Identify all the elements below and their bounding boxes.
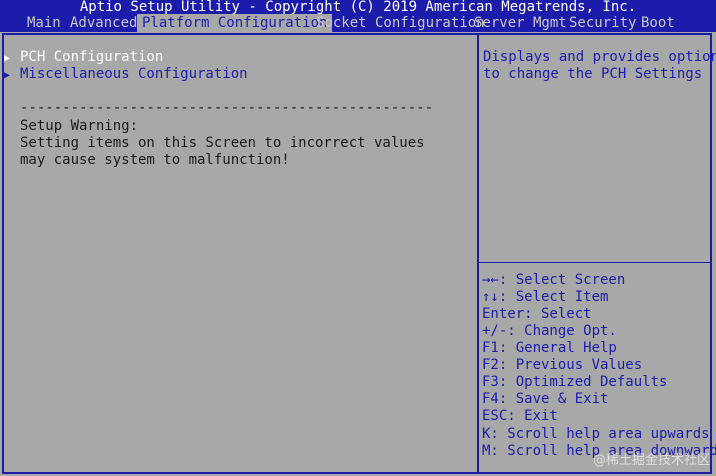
key-hint: ↑↓: Select Item: [482, 289, 609, 305]
warning-title: Setup Warning:: [20, 118, 139, 134]
tab-platform-configuration[interactable]: Platform Configuration: [137, 14, 333, 32]
title-bar: Aptio Setup Utility - Copyright (C) 2019…: [0, 0, 716, 14]
menu-bar: Main Advanced Platform Configuration Soc…: [0, 14, 716, 32]
help-divider: [479, 262, 712, 263]
key-hint: F1: General Help: [482, 340, 617, 356]
key-hint: →←: Select Screen: [482, 272, 626, 288]
key-hint: ESC: Exit: [482, 408, 558, 424]
menu-item-miscellaneous-configuration[interactable]: Miscellaneous Configuration: [20, 66, 248, 83]
submenu-arrow-icon: ▶: [4, 70, 11, 81]
panel-divider: [477, 35, 479, 472]
tab-server-mgmt[interactable]: Server Mgmt: [474, 14, 567, 32]
key-hint: F2: Previous Values: [482, 357, 643, 373]
menu-item-pch-configuration[interactable]: PCH Configuration: [20, 49, 163, 66]
warning-text: Setting items on this Screen to incorrec…: [20, 135, 425, 151]
key-hint: K: Scroll help area upwards: [482, 426, 710, 442]
watermark: @稀土掘金技术社区: [592, 453, 710, 468]
submenu-arrow-icon: ▶: [4, 53, 11, 64]
tab-socket-configuration[interactable]: Socket Configuration: [316, 14, 485, 32]
tab-boot[interactable]: Boot: [641, 14, 675, 32]
divider-line: ----------------------------------------…: [20, 100, 434, 116]
key-hint: Enter: Select: [482, 306, 592, 322]
help-description: to change the PCH Settings: [483, 66, 703, 82]
tab-advanced[interactable]: Advanced: [70, 14, 137, 32]
tab-security[interactable]: Security: [569, 14, 636, 32]
help-description: Displays and provides option: [483, 49, 716, 65]
warning-text: may cause system to malfunction!: [20, 152, 290, 168]
key-hint: F3: Optimized Defaults: [482, 374, 668, 390]
tab-main[interactable]: Main: [27, 14, 61, 32]
key-hint: F4: Save & Exit: [482, 391, 609, 407]
key-hint: +/-: Change Opt.: [482, 323, 617, 339]
